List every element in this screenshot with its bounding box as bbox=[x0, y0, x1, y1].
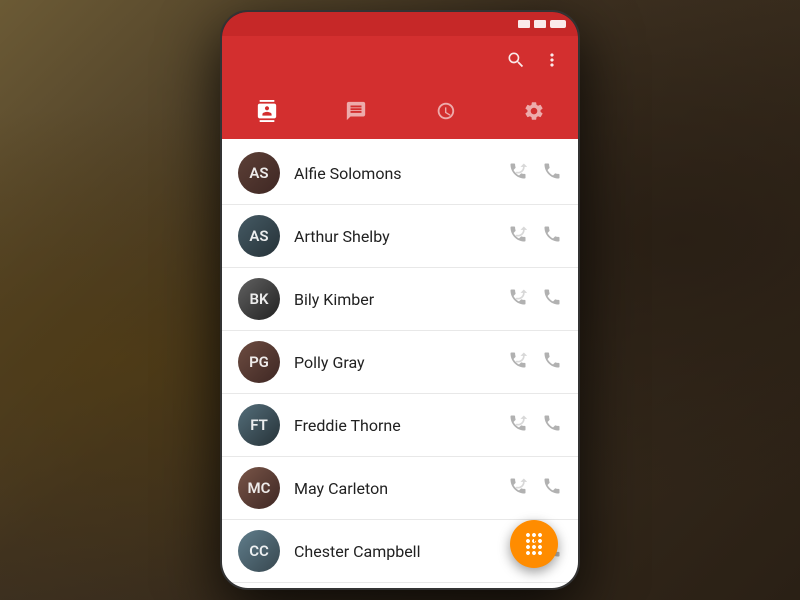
tab-settings[interactable] bbox=[489, 88, 578, 139]
avatar-initials: MC bbox=[238, 467, 280, 509]
contact-item[interactable]: PG Polly Gray bbox=[222, 331, 578, 394]
callback-button[interactable] bbox=[508, 476, 528, 501]
contact-name: Alfie Solomons bbox=[294, 164, 508, 183]
contact-avatar: AS bbox=[238, 215, 280, 257]
contact-item[interactable]: MC May Carleton bbox=[222, 457, 578, 520]
tab-messages[interactable] bbox=[311, 88, 400, 139]
contact-actions bbox=[508, 224, 562, 249]
contact-actions bbox=[508, 287, 562, 312]
call-button[interactable] bbox=[542, 413, 562, 438]
contact-item[interactable]: AS Alfie Solomons bbox=[222, 142, 578, 205]
call-button[interactable] bbox=[542, 476, 562, 501]
search-button[interactable] bbox=[506, 50, 526, 75]
header-actions bbox=[506, 50, 562, 75]
contact-name: Freddie Thorne bbox=[294, 416, 508, 435]
contact-item[interactable]: AS Arthur Shelby bbox=[222, 205, 578, 268]
contact-avatar: MC bbox=[238, 467, 280, 509]
status-bar bbox=[222, 12, 578, 36]
contact-actions bbox=[508, 161, 562, 186]
recents-tab-icon bbox=[434, 100, 456, 127]
call-button[interactable] bbox=[542, 224, 562, 249]
contact-avatar: AS bbox=[238, 152, 280, 194]
dial-pad-fab[interactable] bbox=[510, 520, 558, 568]
avatar-initials: PG bbox=[238, 341, 280, 383]
contact-avatar: PG bbox=[238, 341, 280, 383]
callback-button[interactable] bbox=[508, 224, 528, 249]
dialpad-icon bbox=[522, 532, 546, 556]
contacts-tab-icon bbox=[256, 100, 278, 127]
contact-actions bbox=[508, 476, 562, 501]
contact-actions bbox=[508, 413, 562, 438]
contact-avatar: CC bbox=[238, 530, 280, 572]
contact-name: Polly Gray bbox=[294, 353, 508, 372]
battery-icon bbox=[550, 20, 566, 28]
call-button[interactable] bbox=[542, 350, 562, 375]
settings-tab-icon bbox=[523, 100, 545, 127]
contact-item[interactable]: BK Bily Kimber bbox=[222, 268, 578, 331]
call-button[interactable] bbox=[542, 161, 562, 186]
signal-icon bbox=[518, 20, 530, 28]
contact-item[interactable]: FT Freddie Thorne bbox=[222, 394, 578, 457]
phone-frame: AS Alfie Solomons AS Arthur Shelby bbox=[220, 10, 580, 590]
avatar-initials: CC bbox=[238, 530, 280, 572]
contact-name: Bily Kimber bbox=[294, 290, 508, 309]
status-icons bbox=[518, 20, 566, 28]
contact-item[interactable]: TS Thomas Shelby bbox=[222, 583, 578, 590]
avatar-initials: FT bbox=[238, 404, 280, 446]
callback-button[interactable] bbox=[508, 287, 528, 312]
app-header bbox=[222, 36, 578, 88]
wifi-icon bbox=[534, 20, 546, 28]
more-options-button[interactable] bbox=[542, 50, 562, 75]
call-button[interactable] bbox=[542, 287, 562, 312]
callback-button[interactable] bbox=[508, 350, 528, 375]
avatar-initials: BK bbox=[238, 278, 280, 320]
messages-tab-icon bbox=[345, 100, 367, 127]
avatar-initials: AS bbox=[238, 152, 280, 194]
contact-name: May Carleton bbox=[294, 479, 508, 498]
contact-name: Arthur Shelby bbox=[294, 227, 508, 246]
tab-contacts[interactable] bbox=[222, 88, 311, 139]
callback-button[interactable] bbox=[508, 413, 528, 438]
navigation-tabs bbox=[222, 88, 578, 142]
avatar-initials: AS bbox=[238, 215, 280, 257]
contact-actions bbox=[508, 350, 562, 375]
contact-avatar: FT bbox=[238, 404, 280, 446]
contact-avatar: BK bbox=[238, 278, 280, 320]
callback-button[interactable] bbox=[508, 161, 528, 186]
tab-recents[interactable] bbox=[400, 88, 489, 139]
contact-name: Chester Campbell bbox=[294, 542, 508, 561]
